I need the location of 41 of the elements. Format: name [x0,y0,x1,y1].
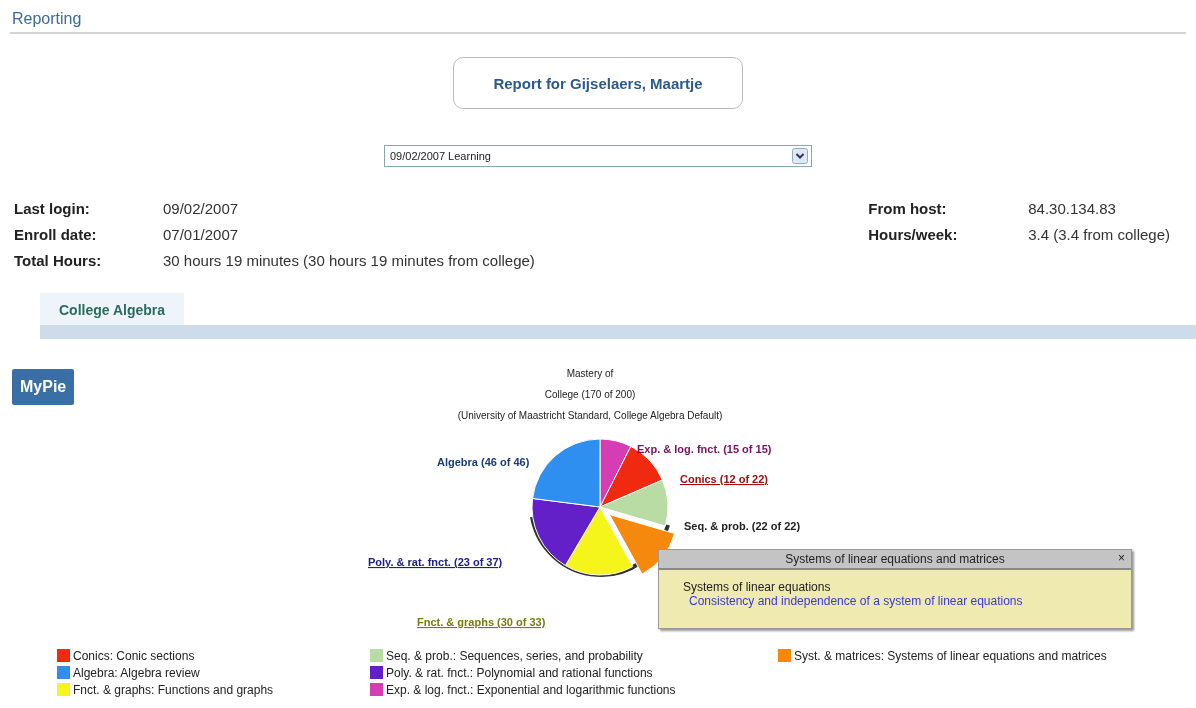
pie-slice[interactable] [599,445,663,508]
pie-slice[interactable] [531,498,601,567]
chart-title: (University of Maastricht Standard, College Algebra Default) [457,410,723,421]
tooltip-title: Systems of linear equations and matrices [785,552,1005,566]
page-title: Reporting [12,10,82,27]
info-label: From host: [868,199,948,217]
info-value: 30 hours 19 minutes (30 hours 19 minutes from college) [163,251,535,269]
info-label: Last login: [14,199,91,217]
legend-text: Fnct. & graphs: Functions and graphs [73,682,274,697]
chart-title: College (170 of 200) [544,389,636,400]
pie-slice[interactable] [564,506,634,576]
slice-label: Exp. & log. fnct. (15 of 15) [637,443,772,455]
legend-text: Conics: Conic sections [73,648,195,663]
topic-heading: Systems of linear equations [683,580,832,594]
legend-text: Seq. & prob.: Sequences, series, and probability [386,648,643,663]
info-value: 3.4 (3.4 from college) [1028,225,1170,243]
report-title: Report for Gijselaers, Maartje [453,57,743,109]
pie-slice[interactable] [599,479,669,527]
info-label: Hours/week: [868,225,959,243]
mypie-button[interactable]: MyPie [12,369,75,405]
pie-slice[interactable] [532,438,601,508]
legend-text: Exp. & log. fnct.: Exponential and logarithmic functions [386,682,676,697]
slice-label: Algebra (46 of 46) [437,456,530,468]
pie-slice[interactable] [608,514,676,575]
close-button[interactable]: × [1118,551,1125,565]
slice-label-link[interactable]: Poly. & rat. fnct. (23 of 37) [368,556,503,568]
legend-text: Syst. & matrices: Systems of linear equations and matrices [794,648,1107,663]
topic-link[interactable]: Consistency and independence of a system of linear equations [683,594,1107,608]
info-label: Enroll date: [14,225,98,243]
info-value: 07/01/2007 [163,225,239,243]
info-value: 84.30.134.83 [1028,199,1116,217]
info-value: 09/02/2007 [163,199,239,217]
chart-title: Mastery of [566,368,614,379]
slice-label-link[interactable]: Conics (12 of 22) [680,473,769,485]
slice-label-link[interactable]: Fnct. & graphs (30 of 33) [417,616,546,628]
legend-text: Algebra: Algebra review [73,665,200,680]
session-select[interactable]: 09/02/2007 Learning [384,145,812,167]
info-label: Total Hours: [14,251,103,269]
course-tab[interactable]: College Algebra [40,293,185,325]
slice-label: Seq. & prob. (22 of 22) [684,520,801,532]
legend-text: Poly. & rat. fnct.: Polynomial and rational functions [386,665,653,680]
